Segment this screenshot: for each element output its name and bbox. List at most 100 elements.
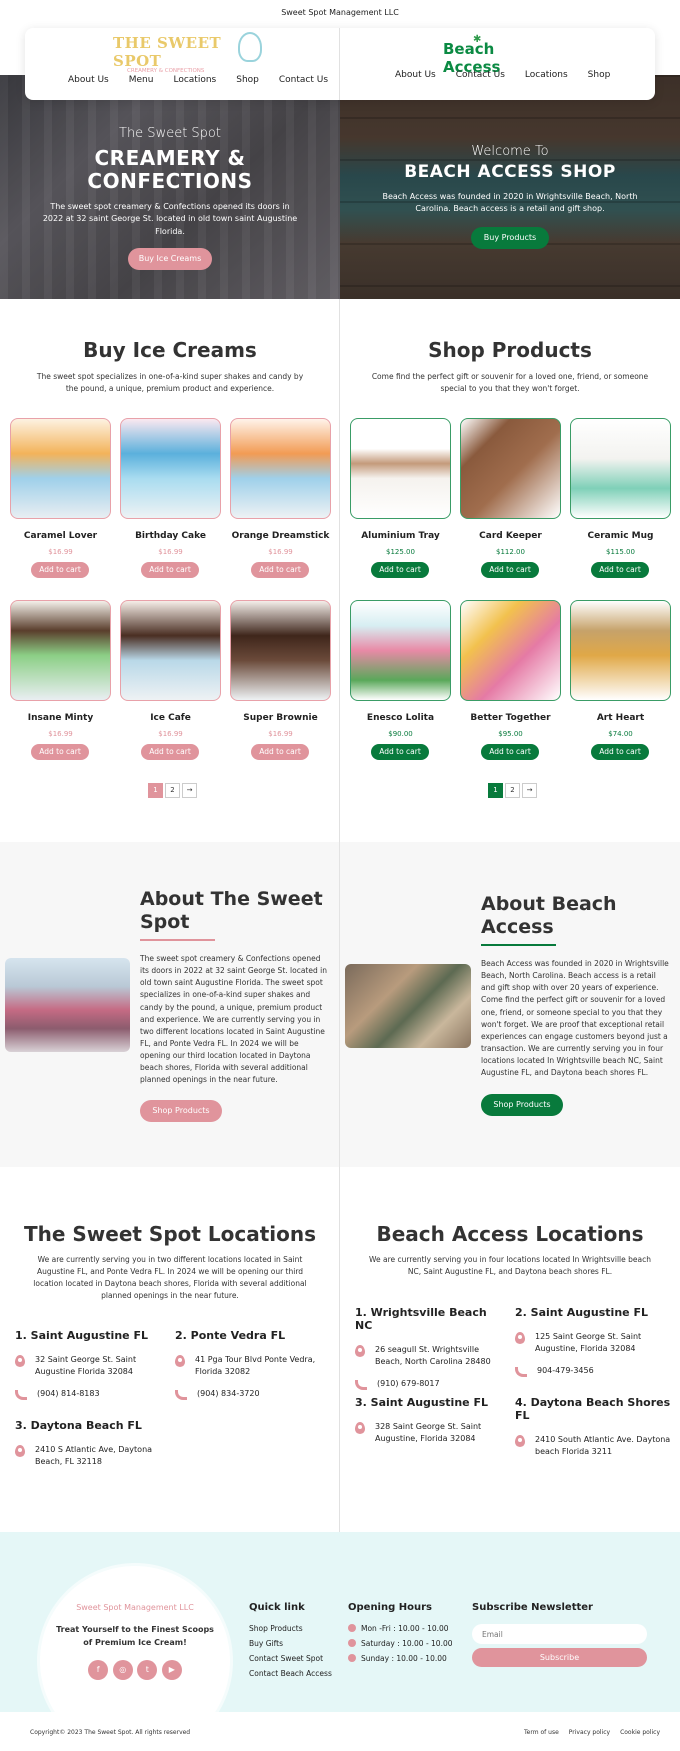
add-to-cart-button[interactable]: Add to cart bbox=[31, 744, 89, 760]
instagram-icon[interactable]: ◎ bbox=[112, 1659, 133, 1680]
page-1[interactable]: 1 bbox=[488, 783, 503, 798]
hours-row: Sunday : 10.00 - 10.00 bbox=[348, 1651, 458, 1666]
product-name[interactable]: Enesco Lolita bbox=[350, 713, 451, 723]
buy-ice-creams-button[interactable]: Buy Ice Creams bbox=[128, 248, 212, 271]
add-to-cart-button[interactable]: Add to cart bbox=[371, 744, 429, 760]
location-phone[interactable]: (904) 834-3720 bbox=[197, 1388, 260, 1400]
add-to-cart-button[interactable]: Add to cart bbox=[31, 562, 89, 578]
location-item: 4. Daytona Beach Shores FL 2410 South At… bbox=[515, 1396, 675, 1458]
about-sweet-spot-body: The sweet spot creamery & Confections op… bbox=[140, 954, 327, 1085]
sweet-spot-logo[interactable]: THE SWEET SPOT CREAMERY & CONFECTIONS bbox=[113, 32, 263, 74]
add-to-cart-button[interactable]: Add to cart bbox=[591, 562, 649, 578]
cookie-link[interactable]: Cookie policy bbox=[620, 1729, 660, 1736]
terms-link[interactable]: Term of use bbox=[524, 1729, 559, 1736]
bottom-bar: Copyright© 2023 The Sweet Spot. All righ… bbox=[0, 1713, 680, 1751]
footer-company: Sweet Spot Management LLC bbox=[76, 1603, 194, 1612]
twitter-icon[interactable]: t bbox=[137, 1659, 158, 1680]
hero-text-right: Welcome To BEACH ACCESS SHOP Beach Acces… bbox=[370, 144, 650, 250]
location-address: 2410 S Atlantic Ave, Daytona Beach, FL 3… bbox=[35, 1445, 153, 1466]
product-image[interactable] bbox=[10, 600, 111, 701]
product-price: $74.00 bbox=[608, 730, 633, 738]
add-to-cart-button[interactable]: Add to cart bbox=[251, 562, 309, 578]
hero-subtitle: The Sweet Spot bbox=[119, 126, 221, 141]
quick-link-contact-beach-access[interactable]: Contact Beach Access bbox=[249, 1666, 339, 1681]
location-phone[interactable]: 904-479-3456 bbox=[537, 1365, 594, 1377]
quick-link-buy-gifts[interactable]: Buy Gifts bbox=[249, 1636, 339, 1651]
quick-link-shop-products[interactable]: Shop Products bbox=[249, 1621, 339, 1636]
privacy-link[interactable]: Privacy policy bbox=[569, 1729, 610, 1736]
subscribe-button[interactable]: Subscribe bbox=[472, 1648, 647, 1667]
add-to-cart-button[interactable]: Add to cart bbox=[591, 744, 649, 760]
product-name[interactable]: Caramel Lover bbox=[10, 531, 111, 541]
product-name[interactable]: Better Together bbox=[460, 713, 561, 723]
nav-about-us[interactable]: About Us bbox=[68, 75, 109, 85]
about-sweet-spot-title: About The Sweet Spot bbox=[140, 888, 323, 933]
shop-products-button[interactable]: Shop Products bbox=[140, 1100, 222, 1122]
product-image[interactable] bbox=[570, 600, 671, 701]
product-image[interactable] bbox=[460, 418, 561, 519]
product-image[interactable] bbox=[350, 418, 451, 519]
add-to-cart-button[interactable]: Add to cart bbox=[141, 744, 199, 760]
clock-icon bbox=[348, 1639, 356, 1647]
shop-section-desc: Come find the perfect gift or souvenir f… bbox=[371, 372, 649, 393]
product-image[interactable] bbox=[230, 600, 331, 701]
product-name[interactable]: Ceramic Mug bbox=[570, 531, 671, 541]
nav-about-us[interactable]: About Us bbox=[395, 70, 436, 80]
page-1[interactable]: 1 bbox=[148, 783, 163, 798]
location-phone[interactable]: (910) 679-8017 bbox=[377, 1378, 440, 1390]
product-image[interactable] bbox=[230, 418, 331, 519]
location-phone[interactable]: (904) 814-8183 bbox=[37, 1388, 100, 1400]
nav-shop[interactable]: Shop bbox=[588, 70, 611, 80]
product-image[interactable] bbox=[120, 600, 221, 701]
map-pin-icon bbox=[175, 1355, 185, 1367]
next-page-arrow[interactable]: → bbox=[522, 783, 537, 798]
nav-locations[interactable]: Locations bbox=[525, 70, 568, 80]
product-price: $115.00 bbox=[606, 548, 635, 556]
location-address-row: 125 Saint George St. Saint Augustine, Fl… bbox=[515, 1331, 675, 1355]
product-name[interactable]: Art Heart bbox=[570, 713, 671, 723]
email-input[interactable] bbox=[472, 1624, 647, 1644]
nav-shop[interactable]: Shop bbox=[236, 75, 259, 85]
newsletter: Subscribe Newsletter Subscribe bbox=[472, 1602, 647, 1667]
nav-contact-us[interactable]: Contact Us bbox=[456, 70, 505, 80]
product-name[interactable]: Insane Minty bbox=[10, 713, 111, 723]
add-to-cart-button[interactable]: Add to cart bbox=[141, 562, 199, 578]
next-page-arrow[interactable]: → bbox=[182, 783, 197, 798]
product-image[interactable] bbox=[10, 418, 111, 519]
map-pin-icon bbox=[15, 1445, 25, 1457]
product-name[interactable]: Orange Dreamstick bbox=[230, 531, 331, 541]
page-2[interactable]: 2 bbox=[165, 783, 180, 798]
product-name[interactable]: Ice Cafe bbox=[120, 713, 221, 723]
beach-access-logo[interactable]: Beach Access ✱ bbox=[443, 34, 553, 76]
hours-text: Saturday : 10.00 - 10.00 bbox=[361, 1639, 453, 1648]
nav-menu[interactable]: Menu bbox=[129, 75, 154, 85]
add-to-cart-button[interactable]: Add to cart bbox=[481, 744, 539, 760]
product-image[interactable] bbox=[350, 600, 451, 701]
company-name: Sweet Spot Management LLC bbox=[281, 8, 399, 17]
nav-contact-us[interactable]: Contact Us bbox=[279, 75, 328, 85]
add-to-cart-button[interactable]: Add to cart bbox=[371, 562, 429, 578]
product-image[interactable] bbox=[460, 600, 561, 701]
facebook-icon[interactable]: f bbox=[88, 1659, 109, 1680]
product-image[interactable] bbox=[120, 418, 221, 519]
youtube-icon[interactable]: ▶ bbox=[161, 1659, 182, 1680]
product-image[interactable] bbox=[570, 418, 671, 519]
ice-section-desc: The sweet spot specializes in one-of-a-k… bbox=[36, 372, 304, 393]
location-name: 2. Ponte Vedra FL bbox=[175, 1329, 286, 1342]
product-price: $16.99 bbox=[158, 730, 183, 738]
product-name[interactable]: Aluminium Tray bbox=[350, 531, 451, 541]
nav-locations[interactable]: Locations bbox=[173, 75, 216, 85]
buy-products-button[interactable]: Buy Products bbox=[471, 227, 549, 250]
add-to-cart-button[interactable]: Add to cart bbox=[481, 562, 539, 578]
product-name[interactable]: Birthday Cake bbox=[120, 531, 221, 541]
shop-products-button[interactable]: Shop Products bbox=[481, 1094, 563, 1116]
sweet-spot-store-photo bbox=[5, 958, 130, 1052]
nav-card: THE SWEET SPOT CREAMERY & CONFECTIONS Ab… bbox=[25, 28, 655, 100]
product-price: $112.00 bbox=[496, 548, 525, 556]
quick-link-contact-sweet-spot[interactable]: Contact Sweet Spot bbox=[249, 1651, 339, 1666]
product-name[interactable]: Super Brownie bbox=[230, 713, 331, 723]
location-phone-row: (904) 834-3720 bbox=[175, 1388, 330, 1400]
product-name[interactable]: Card Keeper bbox=[460, 531, 561, 541]
add-to-cart-button[interactable]: Add to cart bbox=[251, 744, 309, 760]
page-2[interactable]: 2 bbox=[505, 783, 520, 798]
